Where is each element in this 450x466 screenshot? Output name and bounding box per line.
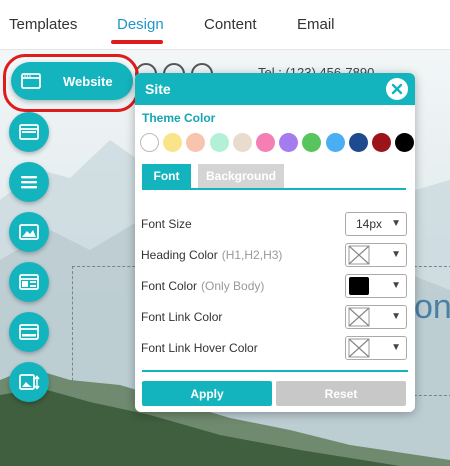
sidebar-header-button[interactable]: [9, 112, 49, 152]
font-link-hover-color-row: Font Link Hover Color ▼: [141, 336, 407, 360]
divider: [142, 370, 408, 372]
theme-color-swatches: [140, 133, 415, 152]
font-link-color-picker[interactable]: ▼: [345, 305, 407, 329]
color-swatch[interactable]: [186, 133, 206, 152]
apply-button[interactable]: Apply: [142, 381, 272, 406]
browser-window-icon: [21, 73, 41, 89]
image-resize-icon: [19, 374, 40, 390]
browser-window-icon: [19, 324, 39, 340]
close-icon: [391, 83, 403, 95]
reset-button[interactable]: Reset: [276, 381, 406, 406]
hero-text-partial: on: [414, 288, 450, 326]
layout-icon: [19, 274, 39, 290]
heading-color-picker[interactable]: ▼: [345, 243, 407, 267]
tab-design[interactable]: Design: [117, 16, 164, 33]
font-color-picker[interactable]: ▼: [345, 274, 407, 298]
panel-title: Site: [145, 81, 171, 97]
font-size-label: Font Size: [141, 217, 192, 231]
no-color-icon: [348, 245, 370, 265]
font-link-color-row: Font Link Color ▼: [141, 305, 407, 329]
top-tab-bar: Templates Design Content Email: [0, 0, 450, 50]
font-size-select[interactable]: 14px ▼: [345, 212, 407, 236]
panel-header: Site: [135, 73, 415, 105]
color-swatch[interactable]: [325, 133, 345, 152]
color-swatch[interactable]: [209, 133, 229, 152]
color-swatch[interactable]: [302, 133, 322, 152]
color-swatch[interactable]: [279, 133, 299, 152]
heading-color-row: Heading Color (H1,H2,H3) ▼: [141, 243, 407, 267]
no-color-icon: [348, 307, 370, 327]
caret-down-icon: ▼: [391, 218, 401, 229]
tab-font[interactable]: Font: [142, 164, 191, 188]
color-swatch[interactable]: [255, 133, 275, 152]
no-color-icon: [348, 338, 370, 358]
tab-templates[interactable]: Templates: [9, 16, 77, 33]
website-button[interactable]: Website: [11, 62, 133, 100]
annotation-underline: [111, 40, 163, 44]
sidebar-layout-button[interactable]: [9, 262, 49, 302]
sidebar-footer-button[interactable]: [9, 312, 49, 352]
panel-tabs: Font Background: [142, 164, 406, 190]
caret-down-icon: ▼: [391, 342, 401, 353]
caret-down-icon: ▼: [391, 280, 401, 291]
tab-background[interactable]: Background: [198, 164, 284, 188]
color-swatch[interactable]: [395, 133, 415, 152]
tab-email[interactable]: Email: [297, 16, 335, 33]
color-swatch[interactable]: [371, 133, 391, 152]
caret-down-icon: ▼: [391, 249, 401, 260]
font-link-color-label: Font Link Color: [141, 310, 223, 324]
color-swatch[interactable]: [140, 133, 159, 152]
font-color-label: Font Color: [141, 279, 198, 293]
site-settings-panel: Site Theme Color Font Background Font Si…: [135, 73, 415, 412]
font-color-row: Font Color (Only Body) ▼: [141, 274, 407, 298]
website-button-label: Website: [63, 73, 113, 89]
color-swatch[interactable]: [348, 133, 368, 152]
color-swatch[interactable]: [163, 133, 183, 152]
font-size-value: 14px: [356, 217, 383, 231]
heading-color-label: Heading Color: [141, 248, 218, 262]
sidebar-image-button[interactable]: [9, 212, 49, 252]
caret-down-icon: ▼: [391, 311, 401, 322]
font-size-row: Font Size 14px ▼: [141, 212, 407, 236]
sidebar-media-button[interactable]: [9, 362, 49, 402]
image-icon: [19, 224, 39, 240]
heading-color-hint: (H1,H2,H3): [221, 248, 283, 262]
sidebar-menu-button[interactable]: [9, 162, 49, 202]
menu-icon: [21, 176, 37, 189]
close-button[interactable]: [386, 78, 408, 100]
theme-color-label: Theme Color: [142, 111, 216, 125]
font-color-hint: (Only Body): [201, 279, 265, 293]
font-color-swatch: [349, 277, 369, 295]
tab-content[interactable]: Content: [204, 16, 257, 33]
font-link-hover-color-picker[interactable]: ▼: [345, 336, 407, 360]
browser-window-icon: [19, 124, 39, 140]
font-link-hover-color-label: Font Link Hover Color: [141, 341, 258, 355]
color-swatch[interactable]: [232, 133, 252, 152]
